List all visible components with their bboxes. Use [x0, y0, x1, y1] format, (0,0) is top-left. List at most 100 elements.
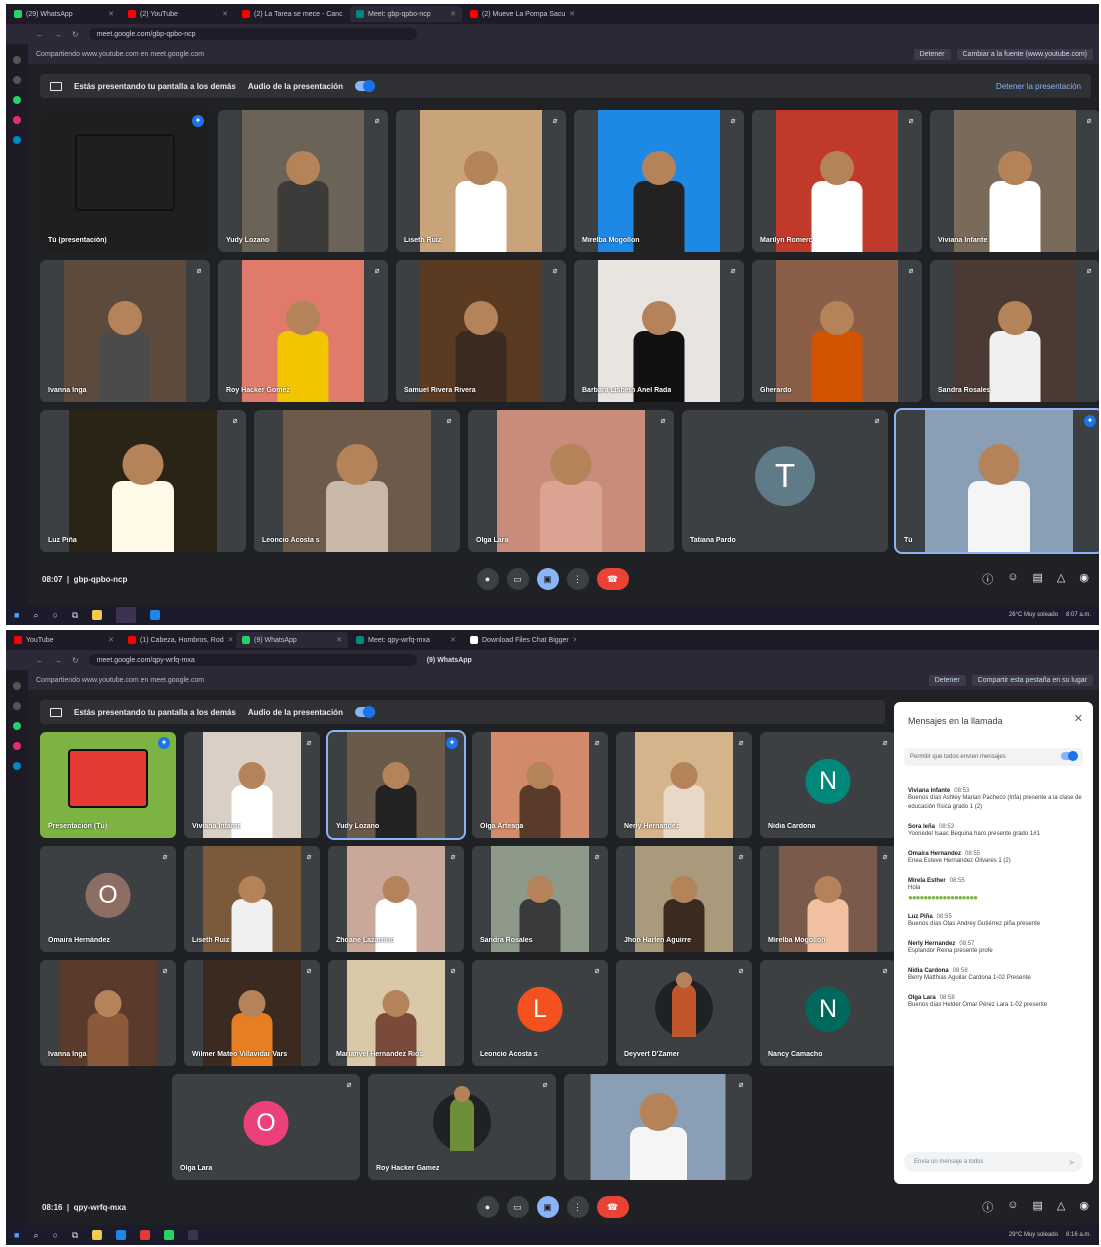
tab-close-icon[interactable]: ✕ — [569, 10, 575, 18]
participant-tile[interactable]: ⌀ Mirelba Mogollon — [574, 110, 744, 252]
participant-tile[interactable]: ⌀ — [564, 1074, 752, 1180]
sidebar-telegram-icon[interactable] — [13, 136, 21, 144]
browser-tab[interactable]: (1) Cabeza, Hombros, Rod ✕ — [122, 632, 234, 648]
pin-icon[interactable]: ✦ — [446, 737, 458, 749]
close-icon[interactable]: ✕ — [1074, 712, 1083, 725]
participant-tile[interactable]: ⌀ Mirelba Mogollon — [760, 846, 896, 952]
browser-tab[interactable]: Meet: qpy-wrfq-mxa ✕ — [350, 632, 462, 648]
participant-tile[interactable]: ⌀ Marilyn Romero — [752, 110, 922, 252]
tab-close-icon[interactable]: ✕ — [228, 636, 234, 644]
whatsapp-taskbar-icon[interactable] — [164, 1230, 175, 1240]
audio-toggle[interactable] — [354, 80, 375, 92]
people-icon[interactable]: ☺ — [1007, 571, 1018, 587]
participant-tile[interactable]: ⌀ Ivanna Inga — [40, 260, 210, 402]
opera-taskbar-icon[interactable] — [188, 1230, 199, 1240]
audio-toggle[interactable] — [354, 706, 375, 718]
browser-tab[interactable]: (2) La Tarea se mece - Canc ✕ — [236, 6, 348, 22]
participant-tile[interactable]: ⌀ Gherardo — [752, 260, 922, 402]
participant-tile[interactable]: O ⌀ Olga Lara — [172, 1074, 360, 1180]
stop-presenting-link[interactable]: Detener la presentación — [996, 82, 1081, 91]
search-icon[interactable]: ⌕ — [33, 1230, 38, 1241]
pin-icon[interactable]: ✦ — [1084, 415, 1096, 427]
sidebar-instagram-icon[interactable] — [13, 116, 21, 124]
participant-tile[interactable]: N ⌀ Nidia Cardona — [760, 732, 896, 838]
participant-tile[interactable]: ⌀ Sandra Rosales — [930, 260, 1099, 402]
app-taskbar-icon[interactable] — [150, 610, 161, 620]
info-icon[interactable]: ⓘ — [982, 1199, 993, 1215]
participant-tile[interactable]: ⌀ Viviana Infante — [930, 110, 1099, 252]
windows-start-icon[interactable]: ■ — [14, 1230, 19, 1240]
tab-close-icon[interactable]: ✕ — [222, 10, 228, 18]
cortana-icon[interactable]: ○ — [52, 1230, 57, 1240]
host-controls-icon[interactable]: ◉ — [1079, 571, 1089, 587]
app-taskbar-icon[interactable] — [116, 1230, 127, 1240]
microphone-button[interactable]: ● — [476, 1196, 499, 1218]
switch-source-button[interactable]: Cambiar a la fuente (www.youtube.com) — [956, 48, 1093, 60]
sidebar-telegram-icon[interactable] — [13, 762, 21, 770]
search-icon[interactable]: ⌕ — [33, 610, 38, 621]
allow-messages-toggle[interactable] — [1061, 751, 1078, 761]
browser-tab[interactable]: (9) WhatsApp ✕ — [236, 632, 348, 648]
leave-call-button[interactable]: ☎ — [596, 568, 629, 590]
sidebar-bookmark-icon[interactable] — [13, 76, 21, 84]
browser-tab[interactable]: (2) YouTube ✕ — [122, 6, 234, 22]
activities-icon[interactable]: △ — [1057, 1199, 1065, 1215]
people-icon[interactable]: ☺ — [1007, 1199, 1018, 1215]
participant-tile[interactable]: T ⌀ Tatiana Pardo — [682, 410, 888, 552]
participant-tile[interactable]: ⌀ Zhoane Lazarrino — [328, 846, 464, 952]
participant-tile[interactable]: ✦ Tú (presentación) — [40, 110, 210, 252]
participant-tile[interactable]: ⌀ Jhon Harlen Aguirre — [616, 846, 752, 952]
tab-close-icon[interactable]: ✕ — [450, 10, 456, 18]
chat-icon[interactable]: ▤ — [1033, 571, 1043, 587]
participant-tile[interactable]: ⌀ Barbara Lisbeth Anel Rada — [574, 260, 744, 402]
sidebar-bookmark-icon[interactable] — [13, 702, 21, 710]
participant-tile[interactable]: ⌀ Ivanna Inga — [40, 960, 176, 1066]
participant-tile[interactable]: ⌀ Leoncio Acosta s — [254, 410, 460, 552]
app-taskbar-icon[interactable] — [140, 1230, 151, 1240]
participant-tile[interactable]: ⌀ Deyvert D'Zamer — [616, 960, 752, 1066]
tab-close-icon[interactable]: ✕ — [108, 636, 114, 644]
participant-tile[interactable]: ⌀ Nerly Hernandez — [616, 732, 752, 838]
sidebar-whatsapp-icon[interactable] — [13, 96, 21, 104]
send-icon[interactable]: ➤ — [1068, 1158, 1075, 1167]
tab-close-icon[interactable]: ✕ — [336, 636, 342, 644]
sidebar-home-icon[interactable] — [13, 682, 21, 690]
leave-call-button[interactable]: ☎ — [596, 1196, 629, 1218]
browser-tab[interactable]: Download Files Chat Bigger ✕ — [464, 632, 576, 648]
camera-button[interactable]: ▭ — [506, 568, 529, 590]
participant-tile[interactable]: ⌀ Wilmer Mateo Villavidar Vars — [184, 960, 320, 1066]
forward-icon[interactable]: → — [54, 30, 62, 39]
tab-close-icon[interactable]: ✕ — [450, 636, 456, 644]
tab-close-icon[interactable]: ✕ — [347, 10, 348, 18]
host-controls-icon[interactable]: ◉ — [1079, 1199, 1089, 1215]
stop-sharing-button[interactable]: Detener — [913, 48, 951, 60]
share-this-tab-button[interactable]: Compartir esta pestaña en su lugar — [971, 674, 1093, 686]
participant-tile[interactable]: ✦ Tú — [894, 408, 1099, 554]
participant-tile[interactable]: ⌀ Viviana Infante — [184, 732, 320, 838]
forward-icon[interactable]: → — [54, 656, 62, 665]
participant-tile[interactable]: ✦ Yudy Lozano — [326, 730, 466, 840]
chat-icon[interactable]: ▤ — [1033, 1199, 1043, 1215]
participant-tile[interactable]: ⌀ Yudy Lozano — [218, 110, 388, 252]
present-button[interactable]: ▣ — [536, 1196, 559, 1218]
tab-close-icon[interactable]: ✕ — [108, 10, 114, 18]
participant-tile[interactable]: ✦ Presentación (Tú) — [40, 732, 176, 838]
participant-tile[interactable]: ⌀ Liseth Ruiz — [396, 110, 566, 252]
windows-start-icon[interactable]: ■ — [14, 610, 19, 620]
activities-icon[interactable]: △ — [1057, 571, 1065, 587]
participant-tile[interactable]: ⌀ Olga Lara — [468, 410, 674, 552]
back-icon[interactable]: ← — [36, 30, 44, 39]
more-options-button[interactable]: ⋮ — [566, 568, 589, 590]
participant-tile[interactable]: L ⌀ Leoncio Acosta s — [472, 960, 608, 1066]
participant-tile[interactable]: O ⌀ Omaira Hernández — [40, 846, 176, 952]
task-view-icon[interactable]: ⧉ — [72, 610, 78, 621]
cortana-icon[interactable]: ○ — [52, 610, 57, 620]
pin-icon[interactable]: ✦ — [158, 737, 170, 749]
url-field[interactable]: meet.google.com/gbp-qpbo-ncp — [88, 28, 417, 40]
browser-tab[interactable]: Meet: gbp-qpbo-ncp ✕ — [350, 6, 462, 22]
opera-taskbar-icon[interactable] — [116, 607, 137, 623]
sidebar-whatsapp-icon[interactable] — [13, 722, 21, 730]
task-view-icon[interactable]: ⧉ — [72, 1230, 78, 1241]
chat-input[interactable]: Envía un mensaje a todos ➤ — [904, 1152, 1083, 1172]
participant-tile[interactable]: ⌀ Liseth Ruiz — [184, 846, 320, 952]
